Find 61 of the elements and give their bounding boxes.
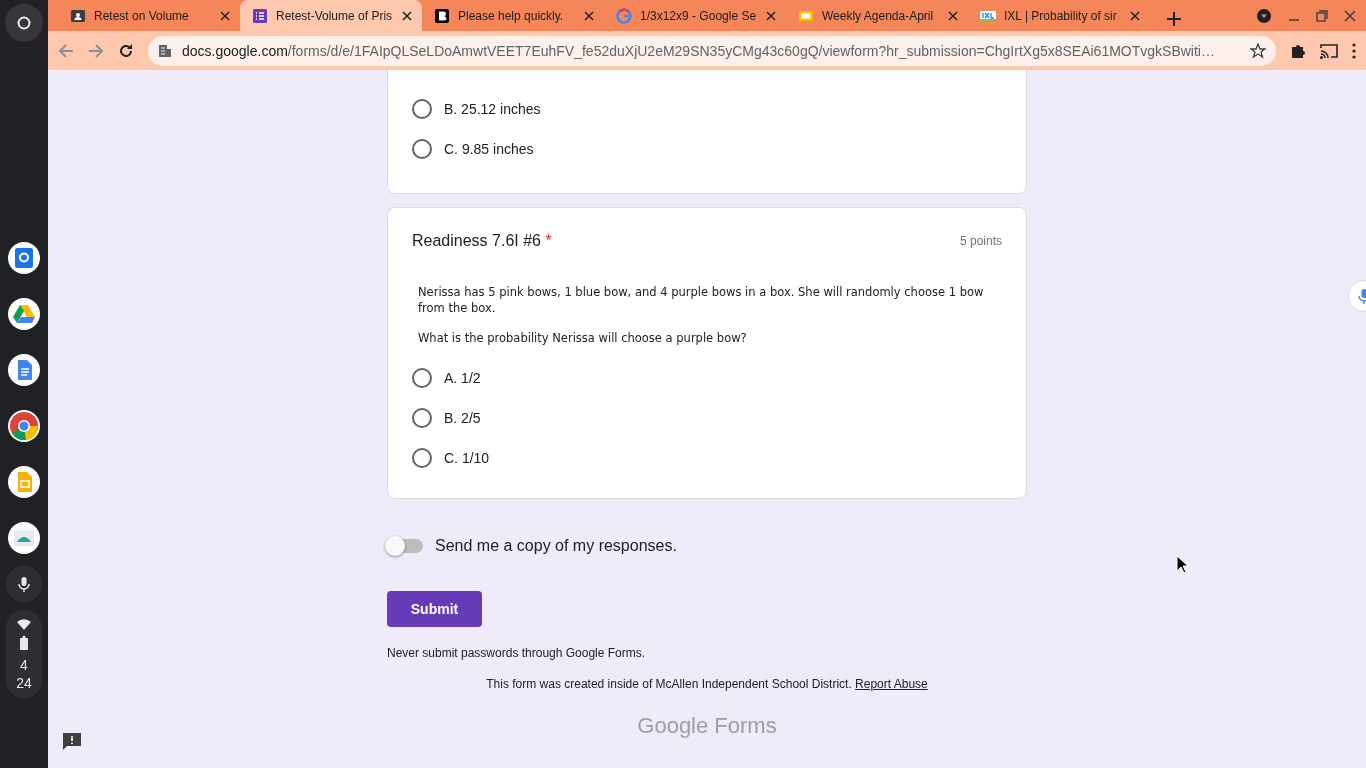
address-text: docs.google.com/forms/d/e/1FAIpQLSeLDoAmwtVEET7EuhFV_fe52duXjU2eM29SN35yCMg43c60gQ/viewform?hr_submission=ChgIrtXg5x8SEAi61MOTvgkSBwiti… <box>182 42 1216 59</box>
cursor-icon <box>1176 555 1188 573</box>
restore-icon[interactable] <box>1316 9 1328 22</box>
browser-tab[interactable]: Please help quickly. <box>422 0 604 31</box>
browser-tab[interactable]: Weekly Agenda-April <box>786 0 968 31</box>
chrome-icon[interactable] <box>8 410 40 442</box>
close-icon[interactable] <box>766 10 776 21</box>
clock-minute: 24 <box>16 674 32 692</box>
microphone-icon <box>17 576 31 592</box>
cast-icon[interactable] <box>1320 42 1338 59</box>
battery-icon <box>19 636 29 650</box>
question-text: Nerissa has 5 pink bows, 1 blue bow, and 4 purple bows in a box. She will randomly choose 1 bow from the box. <box>418 284 985 316</box>
browser-tab[interactable]: 1/3x12x9 - Google Se <box>604 0 786 31</box>
g-letter-icon <box>616 7 632 24</box>
question-text: What is the probability Nerissa will choose a purple bow? <box>418 330 748 346</box>
close-icon[interactable] <box>584 10 594 21</box>
radio-button[interactable] <box>412 448 432 468</box>
option-label: C. 9.85 inches <box>444 141 534 157</box>
puzzle-icon[interactable] <box>1290 42 1306 59</box>
feedback-icon[interactable] <box>62 732 82 750</box>
favicon-icon <box>252 7 268 24</box>
browser-tab[interactable]: Retest-Volume of Pris <box>240 0 422 31</box>
radio-button[interactable] <box>412 368 432 388</box>
toggle-label: Send me a copy of my responses. <box>435 537 677 555</box>
question-title: Readiness 7.6I #6 * <box>412 232 552 250</box>
dropdown-icon[interactable] <box>1256 7 1272 24</box>
notice-text: Never submit passwords through Google Forms. <box>387 646 647 660</box>
microphone-button[interactable] <box>6 566 42 602</box>
plus-icon[interactable] <box>1167 12 1181 26</box>
option-label: A. 1/2 <box>444 370 481 386</box>
option-label: C. 1/10 <box>444 450 490 466</box>
radio-button[interactable] <box>412 408 432 428</box>
close-icon[interactable] <box>402 10 412 21</box>
submit-button[interactable]: Submit <box>387 591 482 627</box>
close-icon[interactable] <box>948 10 958 21</box>
points-label: 5 points <box>959 234 1002 248</box>
option-label: B. 2/5 <box>444 410 481 426</box>
status-tray[interactable]: 4 24 <box>6 610 42 698</box>
option-label: B. 25.12 inches <box>444 101 541 117</box>
reload-icon[interactable] <box>118 42 134 59</box>
close-icon[interactable] <box>1130 10 1140 21</box>
footer-text: This form was created inside of McAllen Independent School District. Report Abuse <box>486 677 928 691</box>
circle-icon <box>17 16 31 30</box>
report-abuse-link[interactable]: Report Abuse <box>855 677 928 691</box>
close-icon[interactable] <box>220 10 230 21</box>
launcher-button[interactable] <box>5 4 43 42</box>
wifi-icon <box>17 618 31 630</box>
toggle-switch[interactable] <box>387 539 423 553</box>
radio-button[interactable] <box>412 139 432 159</box>
favicon-icon <box>70 7 86 24</box>
address-bar[interactable]: docs.google.com/forms/d/e/1FAIpQLSeLDoAmwtVEET7EuhFV_fe52duXjU2eM29SN35yCMg43c60gQ/viewform?hr_submission=ChgIrtXg5x8SEAi61MOTvgkSBwiti… <box>148 35 1276 66</box>
star-icon[interactable] <box>1250 42 1266 59</box>
building-icon <box>158 43 172 58</box>
browser-tab[interactable]: IXL | Probability of sir <box>968 0 1150 31</box>
radio-button[interactable] <box>412 99 432 119</box>
brand-logo: Google Forms <box>637 713 777 739</box>
browser-tab[interactable]: Retest on Volume <box>58 0 240 31</box>
favicon-icon <box>434 7 450 24</box>
menu-icon[interactable] <box>1352 42 1356 59</box>
clock-hour: 4 <box>19 656 29 674</box>
required-asterisk: * <box>545 232 552 249</box>
